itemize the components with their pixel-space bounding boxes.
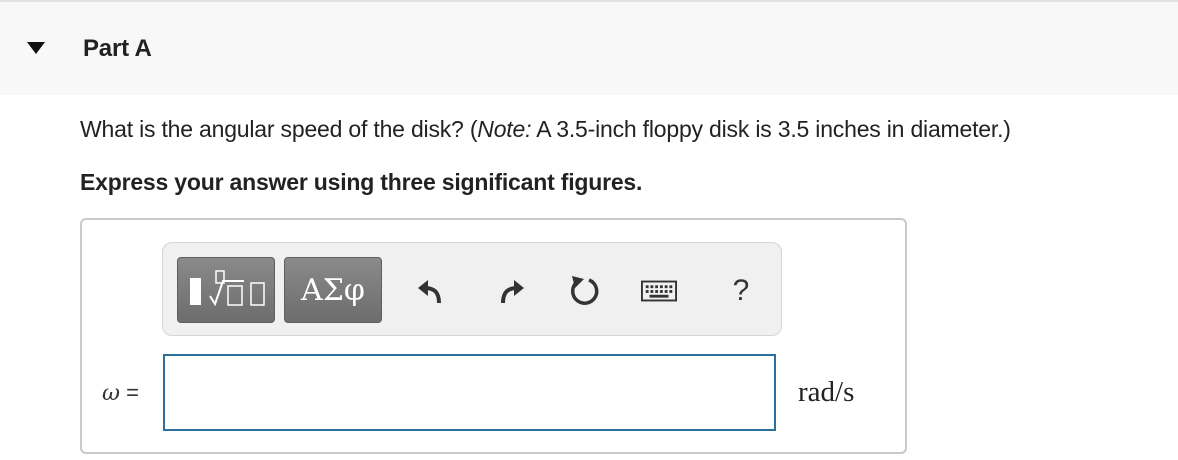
part-header: Part A	[0, 0, 1178, 95]
answer-input[interactable]	[163, 354, 776, 431]
part-title: Part A	[83, 35, 152, 62]
symbols-label: ΑΣφ	[301, 272, 365, 308]
reset-icon[interactable]	[567, 273, 603, 309]
question-text-before: What is the angular speed of the disk? (	[80, 116, 478, 142]
variable-label: ω =	[102, 380, 139, 406]
units-label: rad/s	[798, 376, 855, 408]
help-icon[interactable]: ?	[723, 273, 759, 309]
answer-box: ΑΣφ ? ω = rad/s	[80, 218, 907, 454]
redo-icon[interactable]	[493, 273, 529, 309]
triangle-down-icon[interactable]	[24, 38, 48, 58]
question-text: What is the angular speed of the disk? (…	[80, 116, 1011, 143]
keyboard-icon[interactable]	[641, 273, 677, 309]
question-text-after: A 3.5-inch floppy disk is 3.5 inches in …	[531, 116, 1011, 142]
templates-icon	[190, 270, 265, 307]
symbols-button[interactable]: ΑΣφ	[284, 257, 382, 323]
answer-instruction: Express your answer using three signific…	[80, 169, 643, 195]
variable-symbol: ω	[102, 381, 120, 406]
question-note-label: Note:	[477, 116, 532, 142]
templates-button[interactable]	[177, 257, 275, 323]
undo-icon[interactable]	[413, 273, 449, 309]
equals-sign: =	[126, 380, 139, 405]
help-label: ?	[732, 274, 750, 307]
math-toolbar: ΑΣφ ?	[162, 242, 782, 336]
